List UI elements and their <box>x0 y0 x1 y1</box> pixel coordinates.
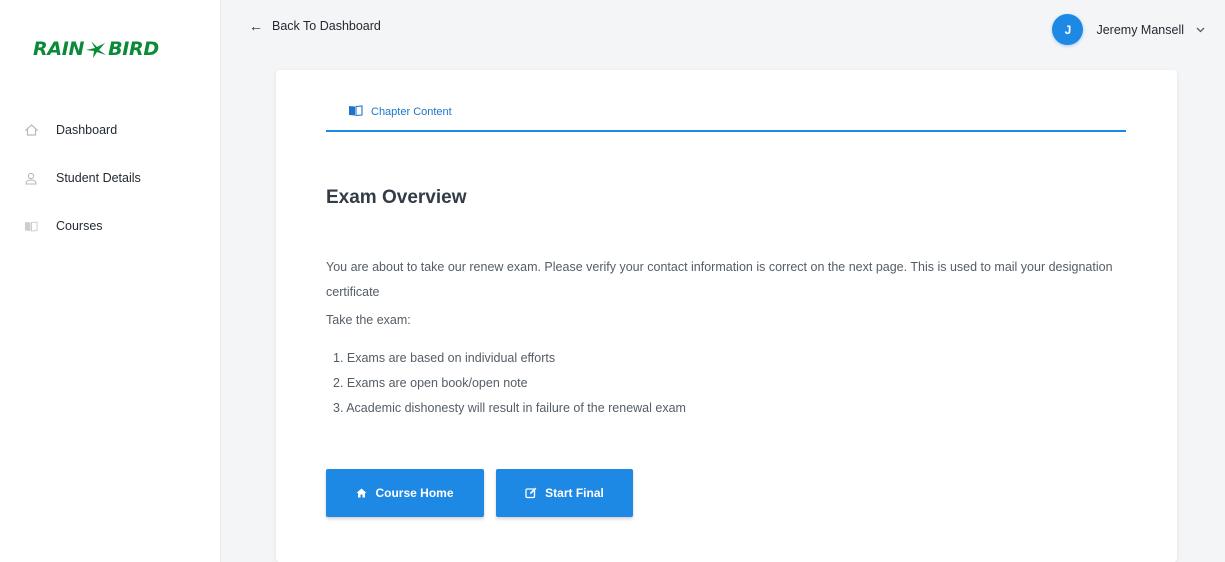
course-home-label: Course Home <box>375 486 454 500</box>
sidebar-item-student-details[interactable]: Student Details <box>0 166 220 190</box>
home-icon <box>356 488 367 498</box>
page-title: Exam Overview <box>326 187 467 208</box>
sidebar-item-label: Dashboard <box>56 123 118 137</box>
back-to-dashboard-link[interactable]: ← Back To Dashboard <box>249 19 381 33</box>
tab-label: Chapter Content <box>371 106 452 118</box>
tab-bar: Chapter Content <box>326 94 1126 132</box>
rain-bird-logo[interactable]: RAIN BIRD <box>33 38 159 60</box>
logo-text-right: BIRD <box>108 38 159 60</box>
start-final-label: Start Final <box>545 486 604 500</box>
sidebar-item-label: Student Details <box>56 171 141 185</box>
sidebar-item-label: Courses <box>56 219 103 233</box>
sidebar-item-courses[interactable]: Courses <box>0 214 220 238</box>
list-item: 2. Exams are open book/open note <box>333 376 528 390</box>
user-menu[interactable]: J Jeremy Mansell <box>1052 14 1205 45</box>
back-link-label: Back To Dashboard <box>272 19 381 33</box>
edit-icon <box>525 487 537 499</box>
bird-logo-icon <box>86 41 107 58</box>
list-item: 1. Exams are based on individual efforts <box>333 351 556 365</box>
arrow-left-icon: ← <box>249 18 263 34</box>
home-icon <box>23 122 39 138</box>
sidebar-nav: Dashboard Student Details Courses <box>0 118 220 262</box>
exam-rules-list: 1. Exams are based on individual efforts… <box>333 346 686 421</box>
user-name: Jeremy Mansell <box>1096 22 1184 37</box>
take-exam-label: Take the exam: <box>326 313 411 327</box>
sidebar: RAIN BIRD Dashboard Student Details Cour… <box>0 0 221 562</box>
book-icon <box>23 218 39 234</box>
list-item: 3. Academic dishonesty will result in fa… <box>333 401 686 415</box>
chevron-down-icon[interactable] <box>1196 27 1205 33</box>
logo-text-left: RAIN <box>33 38 85 60</box>
intro-text: You are about to take our renew exam. Pl… <box>326 260 1113 299</box>
exam-overview-card: Chapter Content Exam Overview You are ab… <box>276 70 1177 562</box>
course-home-button[interactable]: Course Home <box>326 469 484 517</box>
tab-chapter-content[interactable]: Chapter Content <box>348 103 1126 121</box>
book-open-icon <box>348 103 363 121</box>
start-final-button[interactable]: Start Final <box>496 469 633 517</box>
sidebar-item-dashboard[interactable]: Dashboard <box>0 118 220 142</box>
user-icon <box>23 170 39 186</box>
avatar[interactable]: J <box>1052 14 1084 45</box>
